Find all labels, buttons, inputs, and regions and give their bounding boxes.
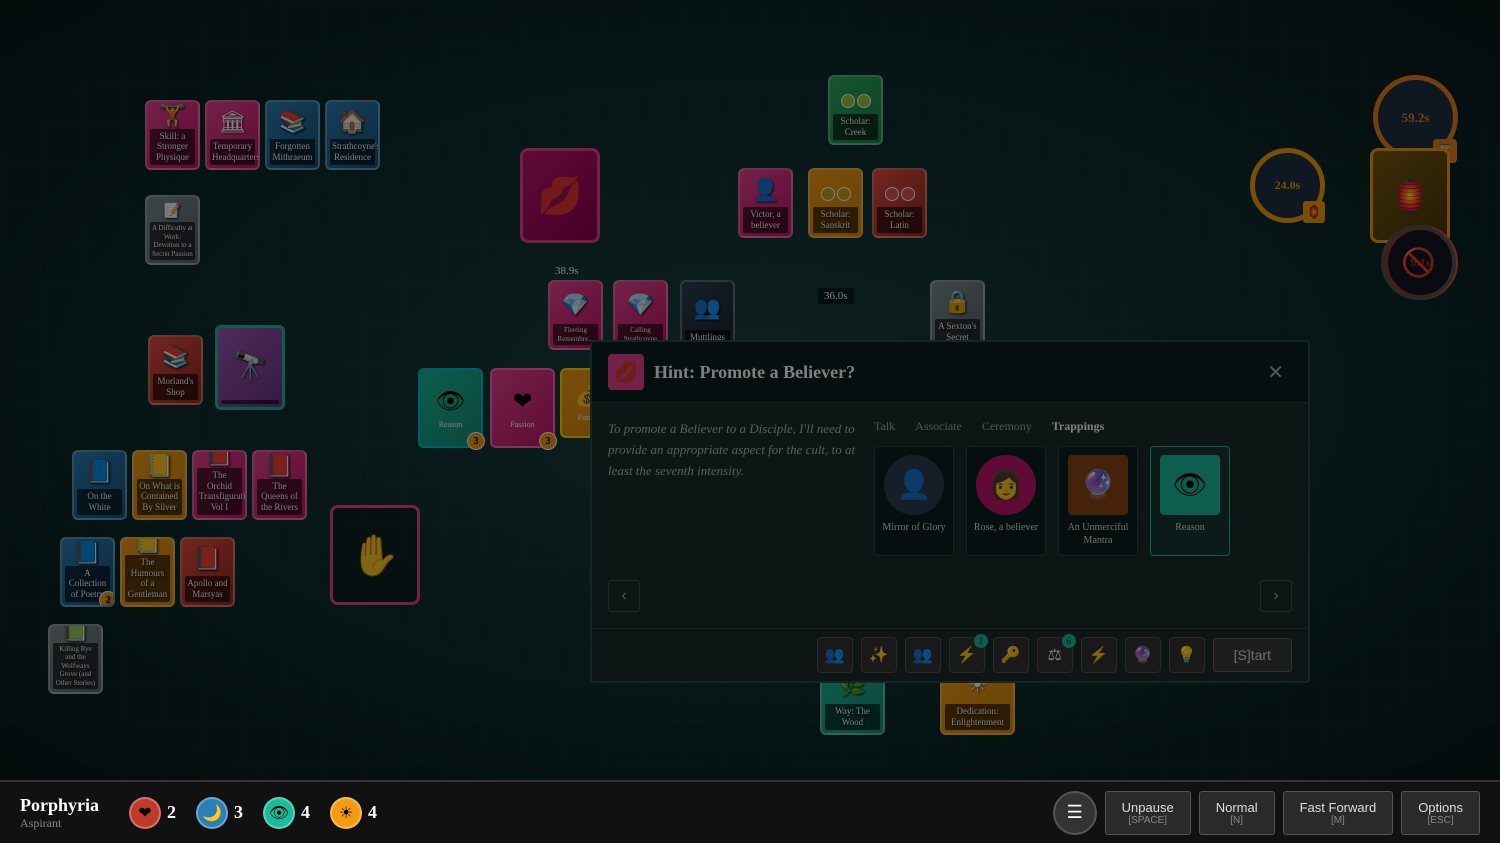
health-icon: ❤ [129,797,161,829]
game-board: 🏋 Skill: a Stronger Physique 🏛 Temporary… [0,0,1500,780]
normal-speed-button[interactable]: Normal [N] [1199,791,1275,835]
reason-icon: 👁 [263,797,295,829]
player-title: Aspirant [20,816,99,831]
fast-forward-button[interactable]: Fast Forward [M] [1283,791,1394,835]
health-stat: ❤ 2 [129,797,176,829]
dream-icon: 🌙 [196,797,228,829]
bottom-bar: Porphyria Aspirant ❤ 2 🌙 3 👁 4 ☀ 4 ☰ Unp… [0,780,1500,843]
options-button[interactable]: Options [ESC] [1401,791,1480,835]
player-info: Porphyria Aspirant [20,795,99,831]
dream-stat: 🌙 3 [196,797,243,829]
modal-overlay [0,0,1500,780]
bottom-controls: ☰ Unpause [SPACE] Normal [N] Fast Forwar… [1053,791,1480,835]
funds-icon: ☀ [330,797,362,829]
dream-value: 3 [234,802,243,823]
funds-stat: ☀ 4 [330,797,377,829]
unpause-button[interactable]: Unpause [SPACE] [1105,791,1191,835]
inventory-button[interactable]: ☰ [1053,791,1097,835]
player-name: Porphyria [20,795,99,816]
health-value: 2 [167,802,176,823]
reason-stat: 👁 4 [263,797,310,829]
reason-value: 4 [301,802,310,823]
funds-value: 4 [368,802,377,823]
